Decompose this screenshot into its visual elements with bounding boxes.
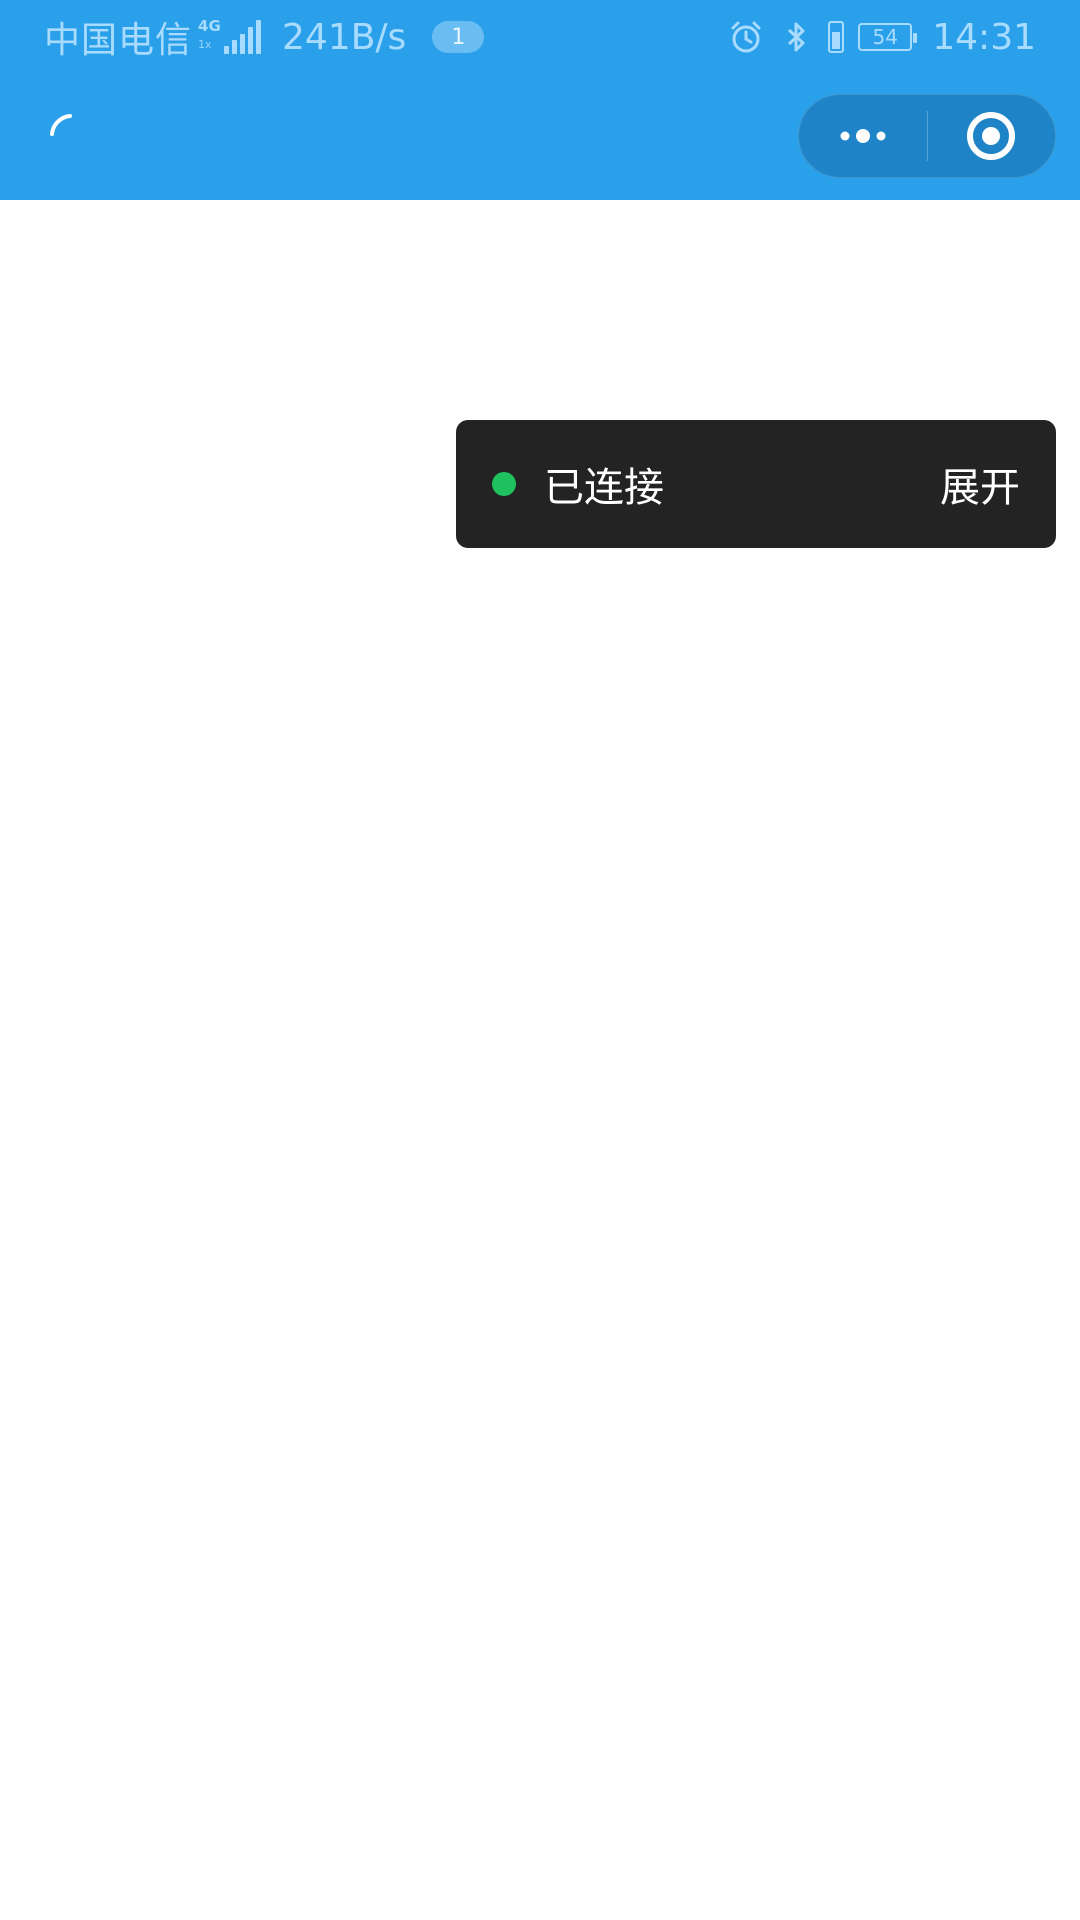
capsule-menu (798, 94, 1056, 178)
network-type-label: 4G (198, 17, 221, 35)
connected-status-dot (492, 472, 516, 496)
network-sub-label: 1x (198, 38, 212, 51)
carrier-name: 中国电信 (44, 20, 193, 61)
network-type-icon: 4G 1x (198, 17, 222, 57)
vibrate-icon (828, 21, 845, 53)
loading-spinner-icon (50, 114, 72, 136)
status-time: 14:31 (932, 16, 1036, 58)
alarm-icon (731, 21, 761, 53)
close-button[interactable] (928, 94, 1056, 178)
notification-badge: 1 (432, 21, 485, 53)
signal-icon (224, 20, 262, 54)
status-bar: 中国电信 4G 1x 241B/s 1 54 14:31 (0, 0, 1080, 74)
header: 中国电信 4G 1x 241B/s 1 54 14:31 (0, 0, 1080, 200)
close-target-icon (967, 112, 1016, 160)
status-bar-right: 54 14:31 (728, 0, 1036, 74)
bluetooth-icon (788, 22, 805, 52)
more-dots-icon (840, 129, 886, 143)
expand-button[interactable]: 展开 (940, 455, 1020, 513)
more-button[interactable] (799, 94, 927, 178)
status-bar-left: 中国电信 4G 1x 241B/s 1 (44, 0, 485, 74)
nav-bar (0, 74, 1080, 200)
screen: 中国电信 4G 1x 241B/s 1 54 14:31 已连接 展开 (0, 0, 1080, 1920)
connection-status-label: 已连接 (544, 465, 664, 511)
network-speed: 241B/s (282, 16, 407, 58)
connection-toast: 已连接 展开 (456, 420, 1056, 548)
battery-icon: 54 (858, 23, 918, 51)
